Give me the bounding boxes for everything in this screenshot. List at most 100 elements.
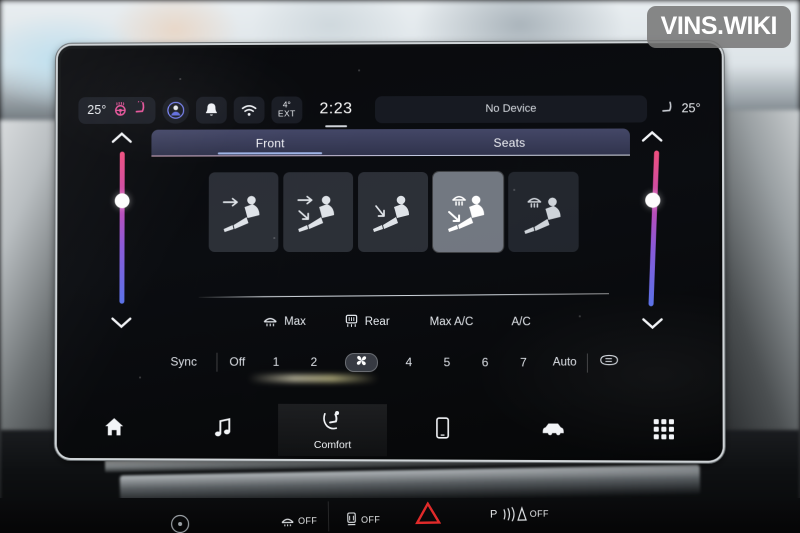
tab-seats-label: Seats (493, 135, 526, 150)
tab-front[interactable]: Front (151, 129, 389, 156)
fan-speed-steps: Off 1 2 4 5 6 7 (217, 352, 542, 372)
rear-defrost-icon (598, 354, 620, 372)
fan-speed-1[interactable]: 1 (269, 355, 283, 369)
airflow-feet-button[interactable] (358, 171, 429, 253)
seat-defrost-icon (524, 189, 561, 234)
fan-speed-3-selected[interactable] (344, 352, 378, 372)
rear-defrost-mode-label: Rear (364, 316, 390, 329)
fan-speed-4[interactable]: 4 (402, 355, 416, 369)
max-ac-label: Max A/C (429, 316, 474, 329)
climate-tabs: Front Seats (151, 128, 630, 157)
heated-seat-icon (133, 100, 146, 119)
seat-icon (660, 100, 674, 117)
front-defrost-button[interactable]: OFF (280, 514, 317, 528)
nav-comfort[interactable]: Comfort (277, 403, 388, 457)
ac-button[interactable]: A/C (511, 316, 530, 328)
wifi-icon[interactable] (233, 96, 265, 124)
nav-media[interactable] (168, 403, 277, 455)
status-bar: 25° 4° EXT 2:23 No Device 25° (61, 90, 719, 128)
section-divider (198, 293, 610, 299)
car-icon (539, 420, 566, 442)
passenger-temp-slider[interactable] (648, 150, 660, 307)
nav-vehicle[interactable] (498, 405, 609, 458)
defrost-rear-icon (344, 313, 359, 330)
watermark-text: VINS.WIKI (660, 12, 778, 40)
fan-speed-6[interactable]: 6 (478, 355, 492, 369)
rear-defrost-mode-button[interactable]: Rear (344, 313, 390, 330)
driver-temp-up-button[interactable] (109, 130, 135, 146)
clock-value: 2:23 (319, 100, 353, 118)
fan-icon (355, 354, 368, 370)
max-defrost-button[interactable]: Max (262, 313, 306, 330)
seat-face-vent-icon (223, 196, 261, 233)
sync-label: Sync (170, 354, 197, 369)
driver-temp-down-button[interactable] (108, 315, 134, 331)
comfort-seat-icon (321, 409, 344, 435)
infotainment-screen: 25° 4° EXT 2:23 No Device 25° Front Seat… (59, 45, 720, 458)
hazard-button[interactable] (415, 501, 442, 525)
max-defrost-label: Max (284, 315, 306, 328)
drawer-handle[interactable] (324, 125, 347, 128)
ac-label: A/C (511, 316, 531, 329)
fan-speed-row: Sync Off 1 2 4 5 6 7 Auto (151, 347, 630, 378)
front-defrost-label: OFF (297, 515, 318, 526)
passenger-temp-down-button[interactable] (639, 315, 665, 331)
auto-label: Auto (552, 356, 577, 369)
park-assist-label: OFF (529, 508, 550, 519)
rear-defrost-button[interactable]: OFF (345, 512, 380, 528)
tab-strip-underline (151, 154, 630, 157)
fan-speed-5[interactable]: 5 (440, 355, 454, 369)
sync-button[interactable]: Sync (151, 355, 217, 369)
divider (327, 501, 330, 532)
passenger-temp-slider-knob[interactable] (645, 192, 661, 208)
defrost-front-icon (262, 313, 278, 330)
exterior-temp-label: EXT (277, 108, 296, 119)
passenger-climate-status[interactable]: 25° (660, 100, 701, 117)
tab-seats[interactable]: Seats (390, 129, 630, 157)
airflow-face-button[interactable] (208, 172, 279, 252)
nav-phone[interactable] (387, 404, 497, 457)
bell-icon[interactable] (195, 96, 227, 124)
climate-mode-row: Max Rear Max A/C A/C (258, 309, 589, 336)
driver-temp-slider[interactable] (119, 151, 125, 304)
driver-temp-slider-knob[interactable] (114, 193, 130, 209)
airflow-mode-buttons (208, 171, 579, 253)
infotainment-bezel: 25° 4° EXT 2:23 No Device 25° Front Seat… (56, 42, 723, 461)
airflow-face-feet-button[interactable] (283, 172, 354, 252)
park-assist-prefix: P (489, 508, 498, 521)
tab-active-underline (217, 152, 323, 155)
nav-apps[interactable] (608, 405, 719, 458)
seat-face-feet-vent-icon (298, 196, 335, 233)
user-profile-icon[interactable] (161, 96, 189, 124)
fan-speed-7[interactable]: 7 (516, 355, 530, 369)
auto-button[interactable]: Auto (543, 356, 587, 368)
rear-defrost-label: OFF (360, 514, 381, 525)
nav-comfort-label: Comfort (313, 438, 352, 451)
music-note-icon (213, 416, 233, 443)
park-assist-button[interactable]: P OFF (490, 506, 549, 523)
phone-icon (435, 416, 450, 444)
rotary-knob[interactable] (170, 514, 190, 533)
exterior-temperature[interactable]: 4° EXT (270, 95, 303, 123)
fan-speed-2[interactable]: 2 (307, 355, 321, 369)
bottom-navigation: Comfort (60, 403, 720, 458)
passenger-temp-value: 25° (681, 101, 701, 116)
heated-steering-wheel-icon (112, 101, 127, 118)
airflow-defrost-feet-button[interactable] (433, 171, 504, 253)
device-status-label: No Device (485, 102, 537, 115)
passenger-temp-up-button[interactable] (639, 128, 665, 144)
home-icon (103, 416, 125, 442)
seat-defrost-feet-icon (447, 195, 484, 232)
apps-grid-icon (653, 418, 675, 445)
rear-defrost-toggle[interactable] (588, 353, 630, 371)
nav-home[interactable] (60, 403, 169, 455)
seat-feet-vent-icon (373, 195, 409, 233)
tab-front-label: Front (255, 135, 285, 150)
fan-speed-off[interactable]: Off (229, 355, 245, 369)
driver-temp-value: 25° (87, 103, 107, 117)
device-status[interactable]: No Device (375, 94, 648, 123)
driver-climate-status[interactable]: 25° (78, 96, 156, 124)
airflow-defrost-button[interactable] (508, 171, 579, 253)
max-ac-button[interactable]: Max A/C (430, 316, 474, 328)
watermark: VINS.WIKI (646, 6, 791, 48)
